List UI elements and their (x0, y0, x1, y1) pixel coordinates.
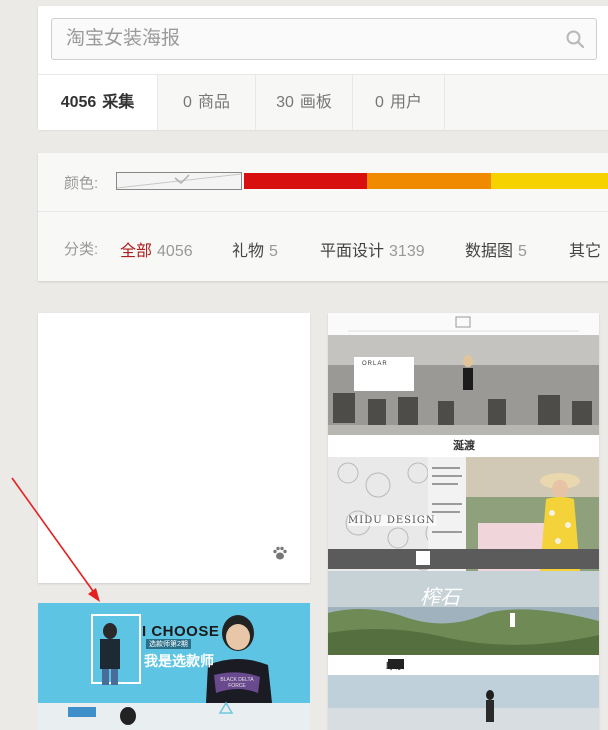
tab-count: 4056 (60, 94, 97, 111)
category-count: 3139 (389, 243, 425, 260)
collage-calligraphy-text: 榨石 (420, 585, 460, 609)
color-swatch-red[interactable] (244, 173, 367, 189)
tab-count: 0 (375, 94, 384, 111)
color-filter-row: 颜色: (38, 153, 608, 212)
ichoose-headline: I CHOOSE (142, 623, 220, 640)
tab-bar-filler (445, 75, 608, 130)
collage-sign-text: ORLAR (362, 361, 388, 367)
category-filter-row: 分类: 全部 4056 礼物 5 平面设计 3139 数据图 5 其它 (38, 211, 608, 281)
category-all[interactable]: 全部 4056 (120, 237, 193, 261)
filter-card: 颜色: 分类: 全部 4056 礼物 5 平面设计 3139 数据图 5 其它 (38, 153, 608, 281)
ichoose-tag: 选款师第2期 (146, 639, 191, 649)
check-icon (117, 173, 241, 189)
category-count: 5 (269, 243, 278, 260)
tab-count: 30 (276, 94, 294, 111)
tab-users[interactable]: 0 用户 (353, 75, 445, 130)
ichoose-shirt-text: BLACK DELTA FORCE (220, 677, 254, 689)
category-label: 其它 (569, 243, 602, 260)
tab-products[interactable]: 0 商品 (158, 75, 256, 130)
search-card: 淘宝女装海报 4056 采集 0 商品 30 画板 0 用户 (38, 6, 608, 130)
category-count: 5 (518, 243, 527, 260)
search-input[interactable]: 淘宝女装海报 (66, 19, 546, 59)
color-swatch-all[interactable] (116, 172, 242, 190)
tab-label: 画板 (299, 94, 332, 111)
category-graphic-design[interactable]: 平面设计 3139 (320, 237, 425, 261)
tab-label: 用户 (389, 94, 422, 111)
tab-boards[interactable]: 30 画板 (256, 75, 353, 130)
category-other[interactable]: 其它 (569, 237, 606, 261)
category-gifts[interactable]: 礼物 5 (232, 237, 278, 261)
tab-label: 商品 (197, 94, 230, 111)
category-label: 平面设计 (320, 243, 385, 260)
search-icon[interactable] (566, 30, 584, 48)
category-filter-label: 分类: (64, 241, 99, 258)
category-count: 4056 (157, 243, 193, 260)
paw-icon (273, 546, 287, 560)
ichoose-sub: 我是选款师 (144, 654, 214, 670)
category-label: 礼物 (232, 243, 265, 260)
pin-blank[interactable] (38, 313, 310, 583)
tab-label: 采集 (102, 94, 135, 111)
pin-fashion-collage[interactable]: ORLAR 涎渡 MIDU DESIGN 印象 榨石 (328, 313, 599, 730)
collage-midu-text: MIDU DESIGN (348, 515, 436, 526)
result-tabs: 4056 采集 0 商品 30 画板 0 用户 (38, 74, 608, 130)
pin-ichoose-banner[interactable]: I CHOOSE 选款师第2期 我是选款师 BLACK DELTA FORCE (38, 603, 310, 730)
category-data-charts[interactable]: 数据图 5 (465, 237, 527, 261)
search-box[interactable]: 淘宝女装海报 (51, 18, 597, 60)
collage-brand-text: 印象 (386, 662, 405, 672)
category-label: 数据图 (465, 243, 514, 260)
color-filter-label: 颜色: (64, 175, 99, 192)
category-label: 全部 (120, 243, 153, 260)
color-swatch-yellow[interactable] (491, 173, 608, 189)
color-swatch-orange[interactable] (367, 173, 491, 189)
collage-section-title: 涎渡 (453, 439, 475, 452)
tab-pins[interactable]: 4056 采集 (38, 75, 158, 130)
tab-count: 0 (183, 94, 192, 111)
